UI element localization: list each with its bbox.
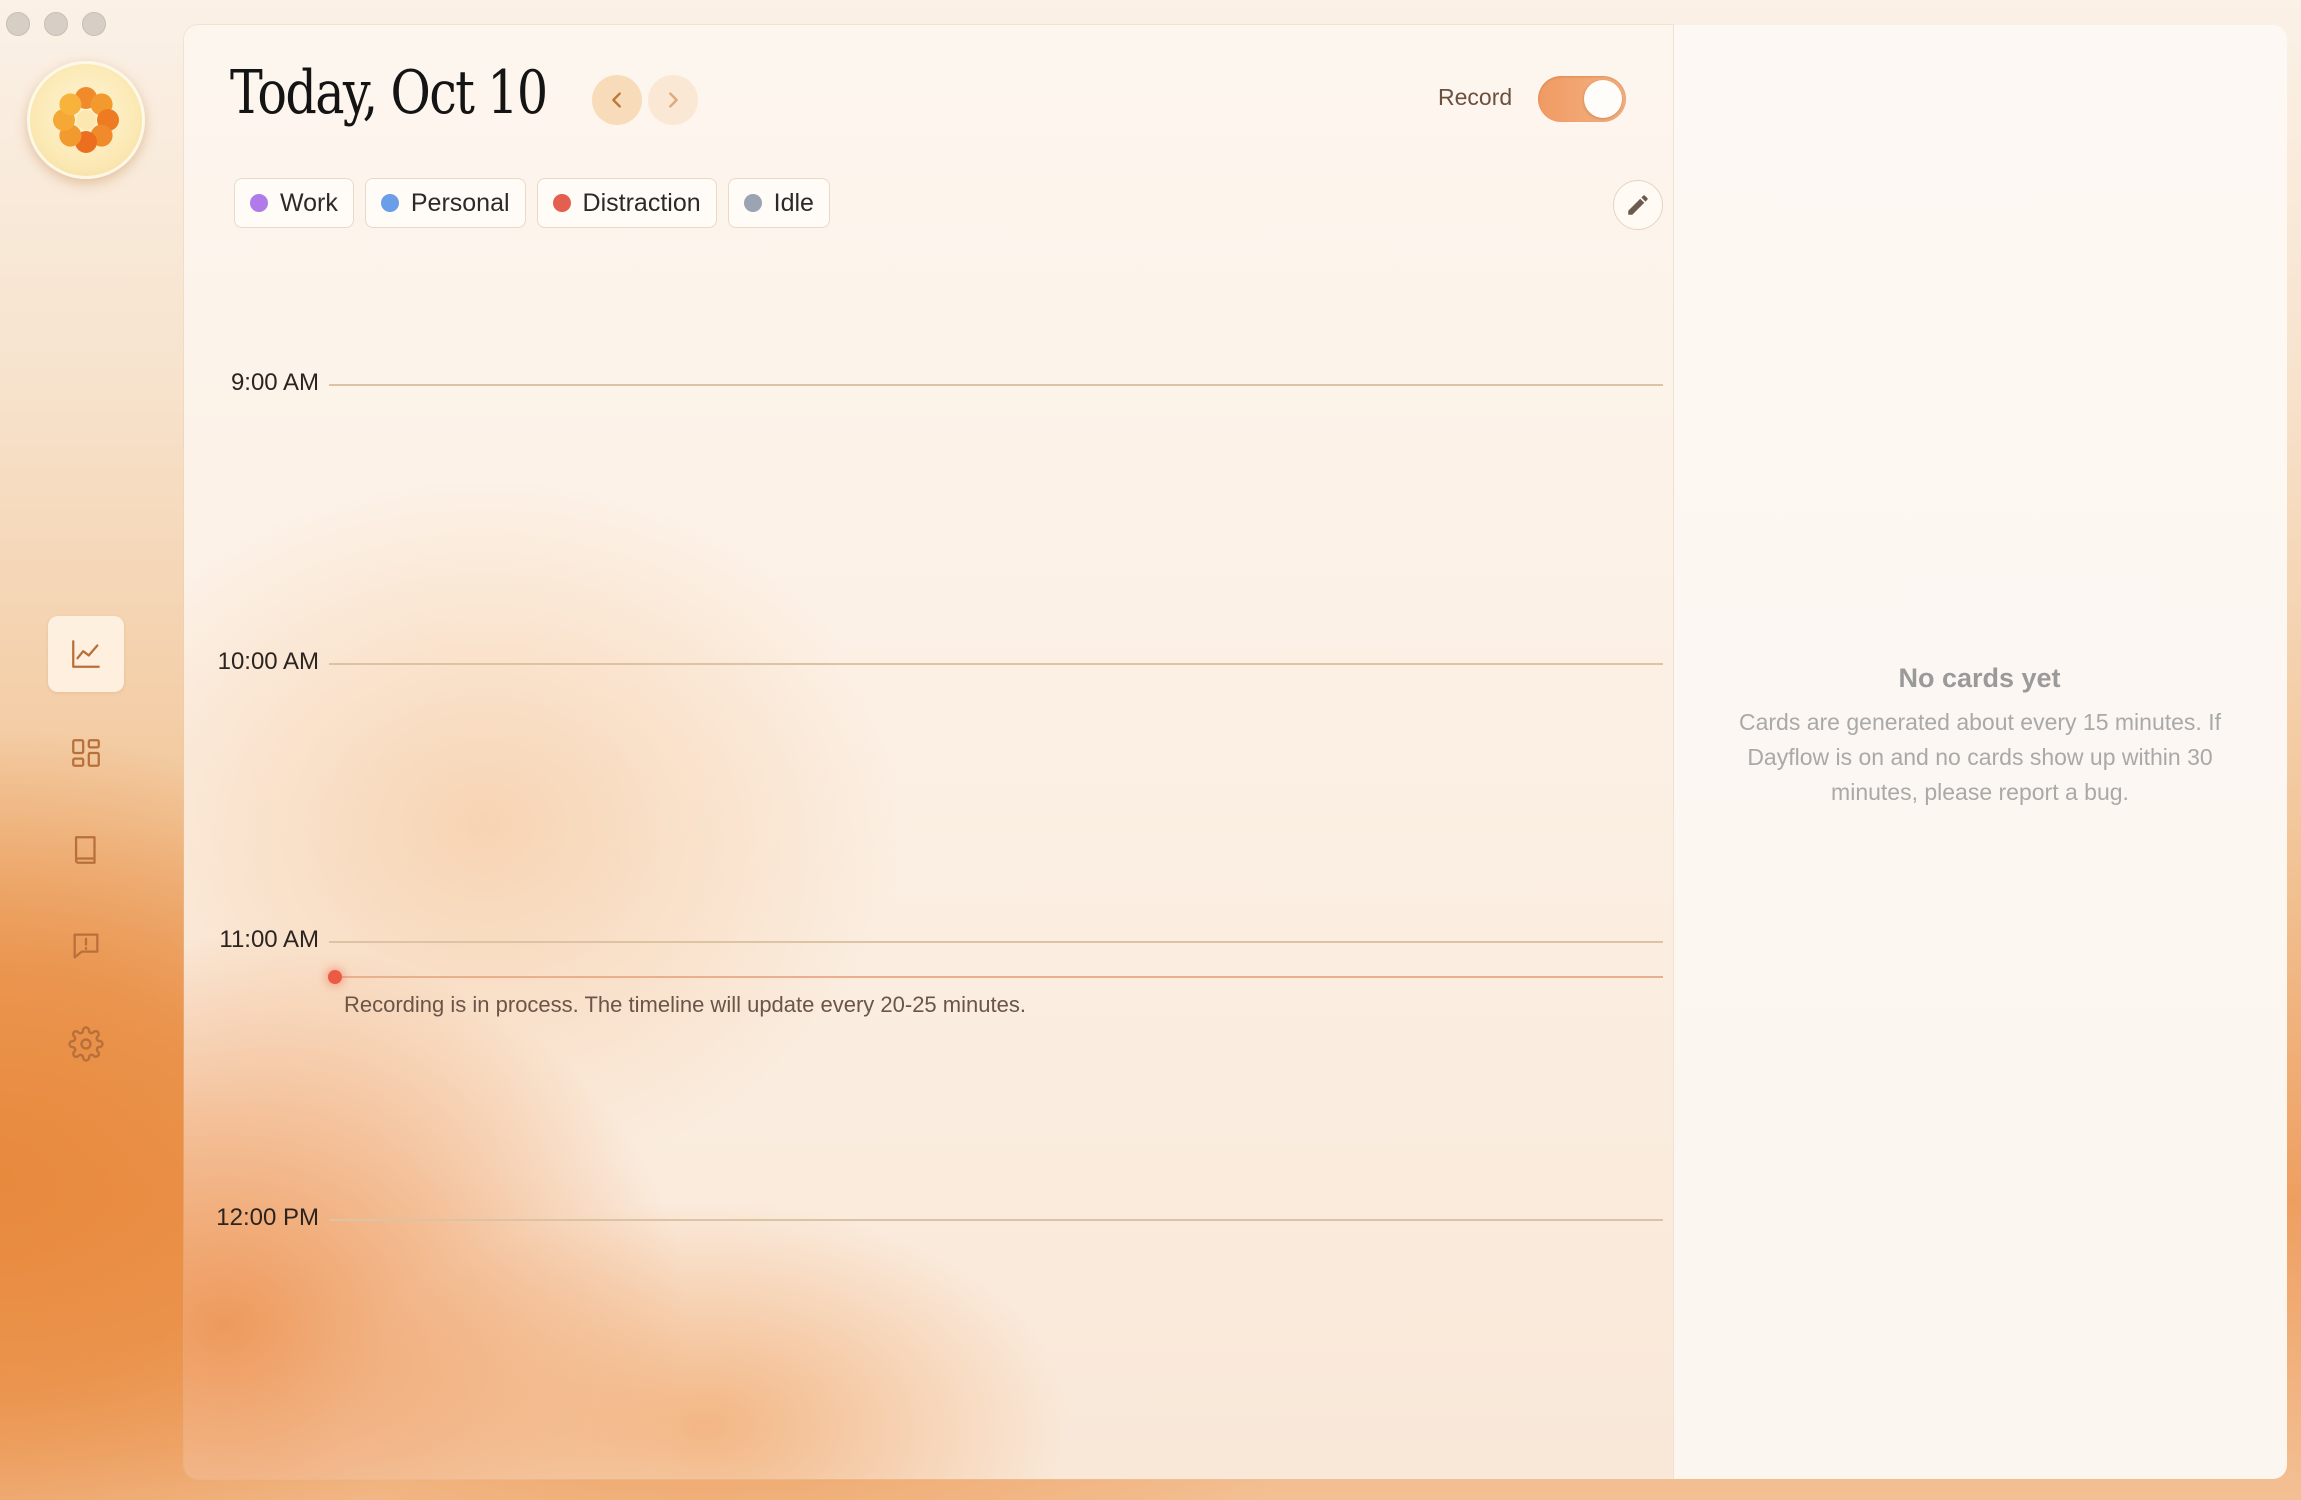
minimize-window-button[interactable] <box>44 12 68 36</box>
category-label: Distraction <box>582 188 701 217</box>
category-color-dot <box>380 194 399 212</box>
chevron-right-icon <box>669 92 678 108</box>
zoom-window-button[interactable] <box>82 12 106 36</box>
flower-logo-icon <box>53 87 119 153</box>
empty-state-message: Cards are generated about every 15 minut… <box>1738 709 2221 805</box>
next-day-button[interactable] <box>648 75 698 125</box>
timeline-panel <box>184 25 1673 1479</box>
category-color-dot <box>250 194 268 212</box>
hour-gridline <box>329 1219 1663 1221</box>
hour-label: 9:00 AM <box>230 369 319 396</box>
feedback-bubble-icon <box>73 933 99 959</box>
record-toggle[interactable] <box>1538 76 1626 122</box>
category-label: Personal <box>410 188 510 217</box>
chart-line-icon <box>72 640 100 668</box>
nav-feedback-button[interactable] <box>48 908 124 984</box>
dashboard-grid-icon <box>72 739 100 767</box>
hour-gridline <box>329 663 1663 665</box>
category-legend: Work Personal Distraction Idle <box>234 178 830 228</box>
edit-categories-button[interactable] <box>1613 180 1663 230</box>
hour-gridline <box>329 941 1663 943</box>
current-time-line <box>333 976 1663 978</box>
category-label: Idle <box>773 188 814 217</box>
hour-label: 12:00 PM <box>216 1204 319 1231</box>
previous-day-button[interactable] <box>592 75 642 125</box>
record-toggle-knob <box>1584 80 1622 118</box>
category-chip-distraction[interactable]: Distraction <box>536 178 717 228</box>
chevron-left-icon <box>612 92 621 108</box>
recording-status-note: Recording is in process. The timeline wi… <box>344 992 1026 1017</box>
nav-timeline-button[interactable] <box>48 616 124 692</box>
category-label: Work <box>280 188 338 217</box>
empty-state-title: No cards yet <box>1898 663 2061 693</box>
hour-label: 10:00 AM <box>217 648 319 675</box>
close-window-button[interactable] <box>6 12 30 36</box>
record-label: Record <box>1438 84 1513 110</box>
category-color-dot <box>552 194 571 212</box>
hour-gridline <box>329 384 1663 386</box>
page-title: Today, Oct 10 <box>230 58 548 128</box>
pencil-icon <box>1628 195 1648 215</box>
nav-journal-button[interactable] <box>48 812 124 888</box>
nav-dashboard-button[interactable] <box>48 715 124 791</box>
category-chip-work[interactable]: Work <box>234 178 354 228</box>
category-chip-personal[interactable]: Personal <box>364 178 526 228</box>
nav-settings-button[interactable] <box>48 1006 124 1082</box>
gear-icon <box>68 1026 104 1062</box>
book-icon <box>74 836 96 864</box>
category-color-dot <box>743 194 762 212</box>
window-controls <box>6 12 106 36</box>
hour-label: 11:00 AM <box>219 926 319 953</box>
category-chip-idle[interactable]: Idle <box>727 178 830 228</box>
app-logo <box>27 61 145 179</box>
current-time-dot <box>328 970 342 984</box>
